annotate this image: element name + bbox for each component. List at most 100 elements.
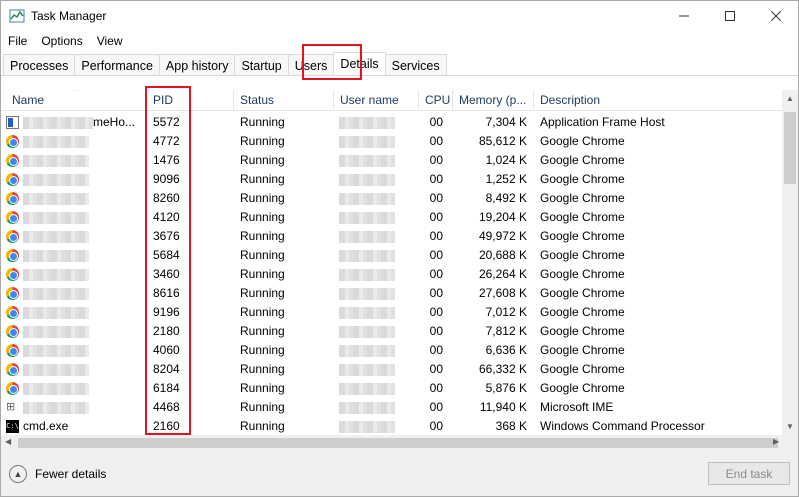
table-row[interactable]: 9096 Running 00 1,252 K Google Chrome [1, 170, 782, 189]
column-header-status[interactable]: Status [234, 90, 334, 111]
table-row[interactable]: meHo... 5572 Running 00 7,304 K Application F… [1, 113, 782, 132]
process-user [339, 189, 411, 208]
tab-users[interactable]: Users [287, 54, 335, 76]
process-cpu: 00 [429, 400, 443, 414]
close-button[interactable] [753, 1, 799, 31]
redacted-text [339, 287, 395, 300]
process-description: Google Chrome [540, 210, 625, 224]
process-cpu: 00 [429, 191, 443, 205]
table-row[interactable]: 5684 Running 00 20,688 K Google Chrome [1, 246, 782, 265]
process-status: Running [240, 115, 285, 129]
table-row[interactable]: 1476 Running 00 1,024 K Google Chrome [1, 151, 782, 170]
minimize-button[interactable] [661, 1, 707, 31]
tab-services[interactable]: Services [384, 54, 447, 76]
process-cpu: 00 [429, 172, 443, 186]
tab-app-history[interactable]: App history [158, 54, 236, 76]
redacted-text [339, 211, 395, 224]
column-header-description[interactable]: Description [534, 90, 782, 111]
menu-file[interactable]: File [1, 31, 34, 51]
column-header-memory[interactable]: Memory (p... [453, 90, 534, 111]
column-header-row: ^ Name PID Status User name CPU Memory (… [1, 90, 782, 111]
process-pid: 8204 [153, 362, 180, 376]
table-row[interactable]: 4060 Running 00 6,636 K Google Chrome [1, 341, 782, 360]
process-description: Google Chrome [540, 191, 625, 205]
horizontal-scroll-thumb[interactable] [18, 438, 778, 448]
process-memory: 8,492 K [485, 191, 527, 205]
table-row[interactable]: 9196 Running 00 7,012 K Google Chrome [1, 303, 782, 322]
vertical-scrollbar[interactable]: ▲ ▼ [782, 90, 798, 435]
process-status: Running [240, 305, 285, 319]
redacted-text [23, 211, 89, 224]
fewer-details-label: Fewer details [35, 467, 107, 481]
end-task-button[interactable]: End task [708, 462, 790, 485]
window-title: Task Manager [31, 9, 107, 23]
sort-arrow-icon: ^ [73, 90, 78, 97]
process-pid: 2160 [153, 419, 180, 433]
process-status: Running [240, 400, 285, 414]
process-user [339, 132, 411, 151]
chrome-icon [6, 287, 19, 300]
column-header-cpu[interactable]: CPU [419, 90, 453, 111]
chrome-icon [6, 135, 19, 148]
task-manager-window: Task Manager File Options View Processes… [0, 0, 799, 497]
footer-bar: ▲ Fewer details End task [1, 451, 798, 496]
process-memory: 19,204 K [478, 210, 527, 224]
scroll-up-icon[interactable]: ▲ [786, 94, 794, 103]
scroll-right-icon[interactable]: ▶ [773, 437, 779, 446]
process-description: Google Chrome [540, 286, 625, 300]
maximize-button[interactable] [707, 1, 753, 31]
table-row[interactable]: ⊞ 4468 Running 00 11,940 K Microsoft IME [1, 398, 782, 417]
table-row[interactable]: 2180 Running 00 7,812 K Google Chrome [1, 322, 782, 341]
process-name [23, 341, 143, 360]
table-row[interactable]: 8260 Running 00 8,492 K Google Chrome [1, 189, 782, 208]
process-memory: 11,940 K [479, 400, 527, 414]
column-header-pid[interactable]: PID [147, 90, 234, 111]
table-row[interactable]: 3460 Running 00 26,264 K Google Chrome [1, 265, 782, 284]
redacted-text [23, 135, 89, 148]
column-header-user-name[interactable]: User name [334, 90, 419, 111]
horizontal-scrollbar[interactable]: ◀ ▶ [1, 435, 798, 451]
process-pid: 8260 [153, 191, 180, 205]
table-row[interactable]: 8204 Running 00 66,332 K Google Chrome [1, 360, 782, 379]
process-description: Google Chrome [540, 381, 625, 395]
column-header-name[interactable]: ^ Name [6, 90, 146, 111]
process-description: Google Chrome [540, 229, 625, 243]
tab-performance[interactable]: Performance [74, 54, 160, 76]
redacted-text [23, 287, 89, 300]
tab-details[interactable]: Details [333, 52, 386, 76]
process-name: cmd.exe [23, 419, 69, 433]
process-user [339, 113, 411, 132]
tab-processes[interactable]: Processes [3, 54, 76, 76]
process-memory: 7,304 K [485, 115, 527, 129]
process-name [23, 322, 143, 341]
tab-startup[interactable]: Startup [234, 54, 289, 76]
scroll-left-icon[interactable]: ◀ [5, 437, 11, 446]
menu-options[interactable]: Options [34, 31, 89, 51]
table-row[interactable]: 8616 Running 00 27,608 K Google Chrome [1, 284, 782, 303]
process-status: Running [240, 191, 285, 205]
process-pid: 1476 [153, 153, 180, 167]
chrome-icon [6, 154, 19, 167]
fewer-details-button[interactable]: ▲ Fewer details [9, 465, 106, 483]
menu-view[interactable]: View [90, 31, 130, 51]
process-name [23, 284, 143, 303]
process-pid: 4120 [153, 210, 180, 224]
chrome-icon [6, 325, 19, 338]
process-name [23, 227, 143, 246]
vertical-scroll-thumb[interactable] [784, 112, 796, 184]
process-status: Running [240, 362, 285, 376]
table-row[interactable]: 6184 Running 00 5,876 K Google Chrome [1, 379, 782, 398]
redacted-text [339, 230, 395, 243]
table-row[interactable]: 4120 Running 00 19,204 K Google Chrome [1, 208, 782, 227]
table-row[interactable]: 4772 Running 00 85,612 K Google Chrome [1, 132, 782, 151]
process-description: Google Chrome [540, 172, 625, 186]
redacted-text [23, 344, 89, 357]
process-status: Running [240, 229, 285, 243]
process-status: Running [240, 324, 285, 338]
scroll-down-icon[interactable]: ▼ [786, 422, 794, 431]
process-memory: 368 K [495, 419, 527, 433]
process-status: Running [240, 210, 285, 224]
process-user [339, 379, 411, 398]
table-row[interactable]: C:\ cmd.exe 2160 Running 00 368 K Windows Comm… [1, 417, 782, 435]
table-row[interactable]: 3676 Running 00 49,972 K Google Chrome [1, 227, 782, 246]
